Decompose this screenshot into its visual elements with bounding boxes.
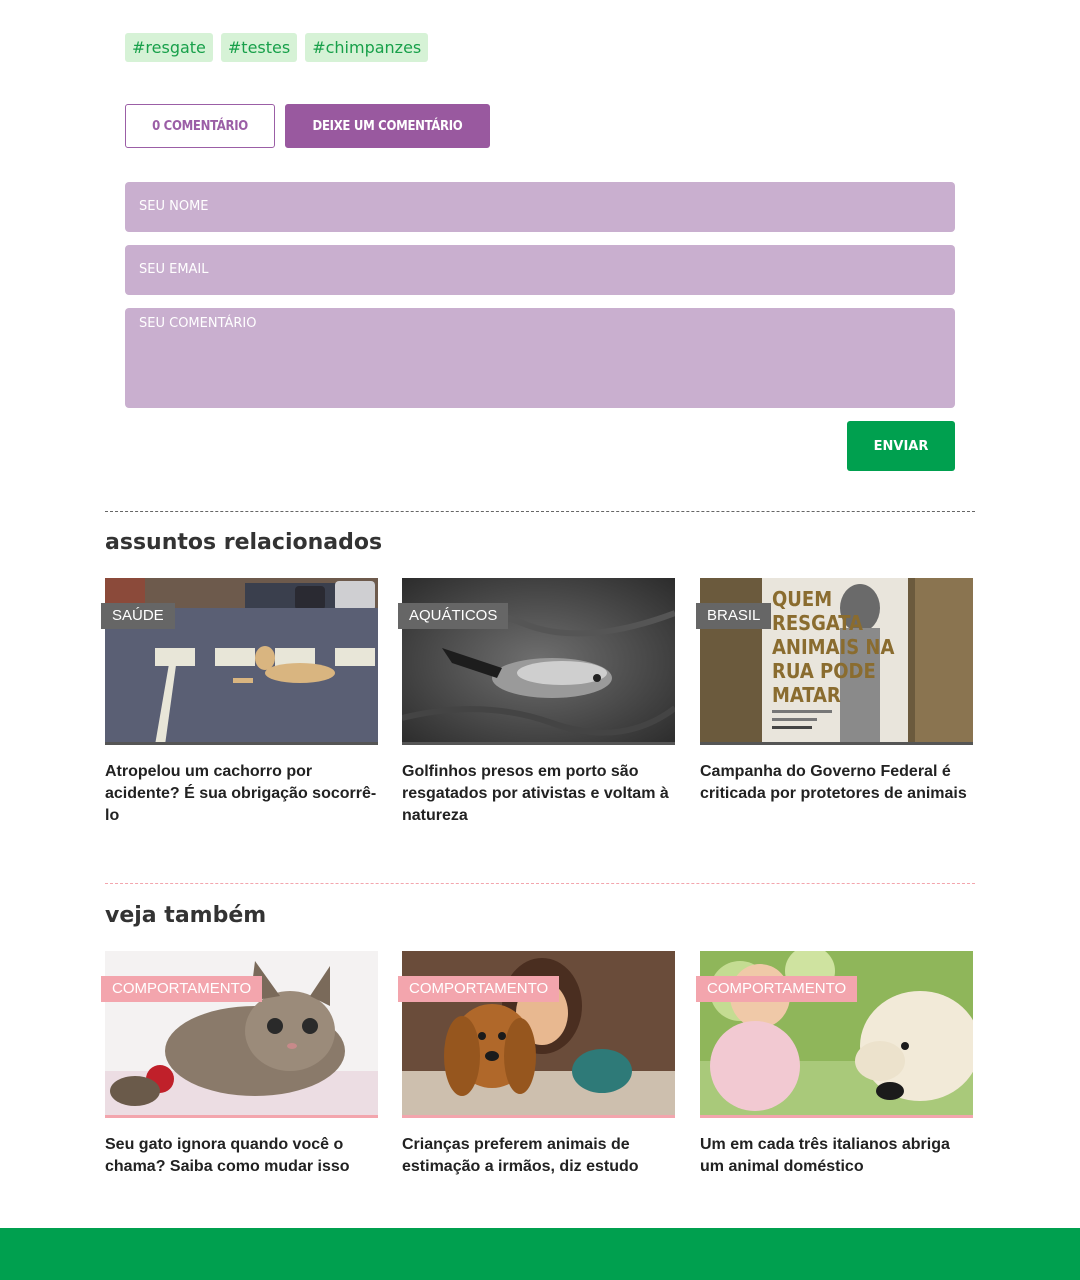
related-title: assuntos relacionados [105,530,383,555]
related-card-2[interactable]: AQUÁTICOS Golfinhos presos em porto são … [398,578,675,827]
comment-textarea[interactable]: SEU COMENTÁRIO [125,308,955,408]
section-divider [105,883,975,884]
leave-comment-button[interactable]: DEIXE UM COMENTÁRIO [285,104,490,148]
svg-text:QUEM: QUEM [772,587,832,611]
related-card-1[interactable]: SAÚDE Atropelou um cachorro por acidente… [101,578,378,827]
category-badge[interactable]: COMPORTAMENTO [696,976,858,1002]
related-card-3[interactable]: QUEM RESGATA ANIMAIS NA RUA PODE MATAR B… [696,578,973,805]
card-title[interactable]: Seu gato ignora quando você o chama? Sai… [105,1134,378,1178]
section-divider [105,511,975,512]
tag-testes[interactable]: #testes [220,33,298,62]
card-title[interactable]: Campanha do Governo Federal é criticada … [700,761,973,805]
see-also-card-3[interactable]: COMPORTAMENTO Um em cada três italianos … [696,951,973,1178]
tag-list: #resgate #testes #chimpanzes [125,33,429,62]
card-title[interactable]: Crianças preferem animais de estimação a… [402,1134,675,1178]
category-badge[interactable]: SAÚDE [101,603,175,629]
svg-text:MATAR: MATAR [772,683,841,707]
see-also-card-1[interactable]: COMPORTAMENTO Seu gato ignora quando voc… [101,951,378,1178]
see-also-card-2[interactable]: COMPORTAMENTO Crianças preferem animais … [398,951,675,1178]
name-input[interactable]: SEU NOME [125,182,955,232]
svg-text:RESGATA: RESGATA [772,611,863,635]
see-also-title: veja também [105,903,267,928]
tag-resgate[interactable]: #resgate [125,33,213,62]
svg-text:ANIMAIS NA: ANIMAIS NA [772,635,894,659]
tag-chimpanzes[interactable]: #chimpanzes [305,33,429,62]
category-badge[interactable]: COMPORTAMENTO [101,976,263,1002]
card-title[interactable]: Golfinhos presos em porto são resgatados… [402,761,675,827]
card-title[interactable]: Atropelou um cachorro por acidente? É su… [105,761,378,827]
category-badge[interactable]: AQUÁTICOS [398,603,509,629]
email-input[interactable]: SEU EMAIL [125,245,955,295]
footer-bar [0,1228,1080,1280]
category-badge[interactable]: BRASIL [696,603,772,629]
submit-button[interactable]: ENVIAR [847,421,955,471]
category-badge[interactable]: COMPORTAMENTO [398,976,560,1002]
svg-text:RUA PODE: RUA PODE [772,659,876,683]
card-title[interactable]: Um em cada três italianos abriga um anim… [700,1134,973,1178]
comment-count-button[interactable]: 0 COMENTÁRIO [125,104,275,148]
comment-tabs: 0 COMENTÁRIO DEIXE UM COMENTÁRIO [125,104,490,148]
